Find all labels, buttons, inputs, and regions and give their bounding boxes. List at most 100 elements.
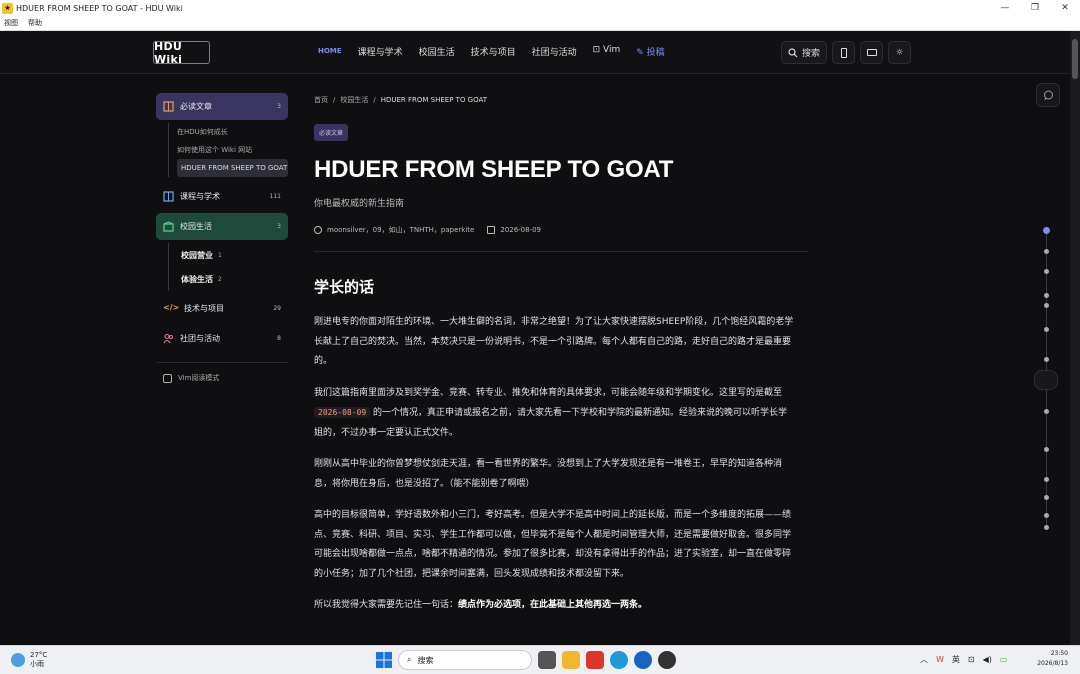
section-heading: 学长的话 xyxy=(314,278,375,296)
terminal-icon: ⊡ xyxy=(592,45,604,55)
chevron-up-icon[interactable]: ︿ xyxy=(920,654,928,665)
sidebar-subitem[interactable]: 校园营业 1 xyxy=(181,243,288,267)
article-meta: moonsilver，09，如山，TNHTH，paperkite 2026-08… xyxy=(314,225,810,235)
search-button[interactable]: 搜索 xyxy=(781,41,827,64)
sidebar-item-clubs[interactable]: 社团与活动 8 xyxy=(156,325,288,352)
theme-toggle-button[interactable]: ☼ xyxy=(888,41,911,64)
breadcrumb-section[interactable]: 校园生活 xyxy=(340,95,368,105)
authors: moonsilver，09，如山，TNHTH，paperkite xyxy=(327,226,475,234)
category-tag[interactable]: 必读文章 xyxy=(314,124,349,141)
battery-icon[interactable]: ▭ xyxy=(1000,655,1008,664)
calendar-icon xyxy=(487,226,496,234)
toc-marker[interactable] xyxy=(1044,269,1049,274)
article-body: 刚进电专的你面对陌生的环境、一大堆生僻的名词，非常之绝望！为了让大家快速摆脱SH… xyxy=(314,313,794,616)
toc-marker[interactable] xyxy=(1044,409,1049,414)
nav-courses[interactable]: 课程与学术 xyxy=(358,45,403,58)
windows-start-icon[interactable] xyxy=(376,652,392,668)
toc-marker[interactable] xyxy=(1044,293,1049,298)
page-title: HDUER FROM SHEEP TO GOAT xyxy=(314,156,674,183)
window-controls: — ❐ ✕ xyxy=(990,0,1080,16)
vim-mode-toggle[interactable]: Vim阅读模式 xyxy=(156,369,288,387)
ime-indicator[interactable]: 英 xyxy=(952,654,960,665)
desktop-view-button[interactable] xyxy=(860,41,883,64)
nav-home[interactable]: HOME xyxy=(318,47,342,58)
wps-icon[interactable] xyxy=(586,651,604,669)
toc-marker[interactable] xyxy=(1044,513,1049,518)
edit-icon: ✎ xyxy=(636,48,647,58)
file-explorer-icon[interactable] xyxy=(562,651,580,669)
nav-submit[interactable]: ✎ 投稿 xyxy=(636,45,664,58)
divider xyxy=(314,251,808,252)
nav-clubs[interactable]: 社团与活动 xyxy=(532,45,577,58)
toc-marker[interactable] xyxy=(1044,525,1049,530)
toc-marker[interactable] xyxy=(1044,495,1049,500)
close-icon[interactable]: ✕ xyxy=(1050,0,1080,16)
breadcrumb-separator: / xyxy=(333,96,336,104)
network-icon[interactable]: ⊡ xyxy=(968,655,975,664)
mobile-view-button[interactable] xyxy=(832,41,855,64)
minimize-icon[interactable]: — xyxy=(990,0,1020,16)
toc-marker-active[interactable] xyxy=(1043,227,1050,234)
paragraph: 我们这篇指南里面涉及到奖学金、竞赛、转专业、推免和体育的具体要求，可能会随年级和… xyxy=(314,384,794,444)
app-viewport: HDU Wiki HOME 课程与学术 校园生活 技术与项目 社团与活动 ⊡ V… xyxy=(0,31,1070,645)
sidebar-item-must-read[interactable]: 必读文章 3 xyxy=(156,93,288,120)
nav-actions: 搜索 ☼ xyxy=(781,41,911,64)
top-nav: HDU Wiki HOME 课程与学术 校园生活 技术与项目 社团与活动 ⊡ V… xyxy=(0,31,1070,74)
task-view-icon[interactable] xyxy=(538,651,556,669)
sidebar-subitem[interactable]: 体验生活 2 xyxy=(181,267,288,291)
toc-marker[interactable] xyxy=(1044,357,1049,362)
toc-marker[interactable] xyxy=(1044,447,1049,452)
paragraph-text: 我们这篇指南里面涉及到奖学金、竞赛、转专业、推免和体育的具体要求，可能会随年级和… xyxy=(314,387,783,398)
toc-marker[interactable] xyxy=(1044,303,1049,308)
breadcrumb-separator: / xyxy=(373,96,376,104)
sidebar-item-courses[interactable]: 课程与学术 111 xyxy=(156,183,288,210)
maximize-icon[interactable]: ❐ xyxy=(1020,0,1050,16)
menu-help[interactable]: 帮助 xyxy=(28,18,42,28)
terminal-icon xyxy=(163,373,172,383)
weather-widget[interactable]: 27°C 小雨 xyxy=(11,651,47,669)
toc-marker[interactable] xyxy=(1044,249,1049,254)
toc-marker[interactable] xyxy=(1044,477,1049,482)
paragraph: 刚进电专的你面对陌生的环境、一大堆生僻的名词，非常之绝望！为了让大家快速摆脱SH… xyxy=(314,317,794,366)
inline-code-date: 2026-08-09 xyxy=(314,407,371,418)
chatgpt-icon[interactable] xyxy=(658,651,676,669)
book-icon xyxy=(163,101,174,112)
nav-vim[interactable]: ⊡ Vim xyxy=(593,45,621,58)
sidebar-subitem-current[interactable]: HDUER FROM SHEEP TO GOAT xyxy=(177,159,288,177)
code-icon: </> xyxy=(163,303,180,312)
toc-marker[interactable] xyxy=(1044,327,1049,332)
phone-icon xyxy=(840,47,847,58)
wps-tray-icon[interactable]: W xyxy=(936,655,944,664)
sidebar: 必读文章 3 在HDU如何成长 如何使用这个 Wiki 网站 HDUER FRO… xyxy=(156,93,288,387)
scrollbar-thumb[interactable] xyxy=(1072,39,1078,79)
taskbar-search[interactable]: ⌕ 搜索 xyxy=(398,650,532,670)
nav-tech[interactable]: 技术与项目 xyxy=(471,45,516,58)
taskbar-apps: ⌕ 搜索 xyxy=(376,650,676,670)
search-label: 搜索 xyxy=(801,49,820,59)
clock-date: 2026/8/13 xyxy=(1037,660,1068,667)
breadcrumb-home[interactable]: 首页 xyxy=(314,95,328,105)
building-icon xyxy=(163,221,174,232)
sidebar-divider xyxy=(156,362,288,363)
volume-icon[interactable]: ◀) xyxy=(983,655,992,664)
sidebar-item-tech[interactable]: </> 技术与项目 29 xyxy=(156,295,288,322)
page-scrollbar[interactable] xyxy=(1070,31,1080,645)
weather-temp: 27°C xyxy=(30,651,48,659)
sidebar-item-campus[interactable]: 校园生活 3 xyxy=(156,213,288,240)
app-icon[interactable] xyxy=(634,651,652,669)
toc-position-handle[interactable] xyxy=(1034,370,1058,390)
subitem-label: 体验生活 xyxy=(181,274,213,284)
sidebar-subitem[interactable]: 如何使用这个 Wiki 网站 xyxy=(177,141,288,159)
nav-campus[interactable]: 校园生活 xyxy=(419,45,455,58)
sidebar-subitem[interactable]: 在HDU如何成长 xyxy=(177,123,288,141)
menu-view[interactable]: 视图 xyxy=(4,18,18,28)
nav-submit-label: 投稿 xyxy=(646,48,665,58)
paragraph-text: 的一个情况，真正申请或报名之前，请大家先看一下学校和学院的最新通知。经验来说的晚… xyxy=(314,408,788,438)
clock[interactable]: 23:50 2026/8/13 xyxy=(1037,649,1068,669)
chat-bubble-icon xyxy=(1043,90,1053,100)
site-logo[interactable]: HDU Wiki xyxy=(153,40,210,66)
sidebar-item-label: 技术与项目 xyxy=(184,304,224,313)
edge-browser-icon[interactable] xyxy=(610,651,628,669)
paragraph: 所以我觉得大家需要先记住一句话：绩点作为必选项，在此基础上其他再选一两条。 xyxy=(314,596,794,616)
comment-button[interactable] xyxy=(1036,83,1060,107)
